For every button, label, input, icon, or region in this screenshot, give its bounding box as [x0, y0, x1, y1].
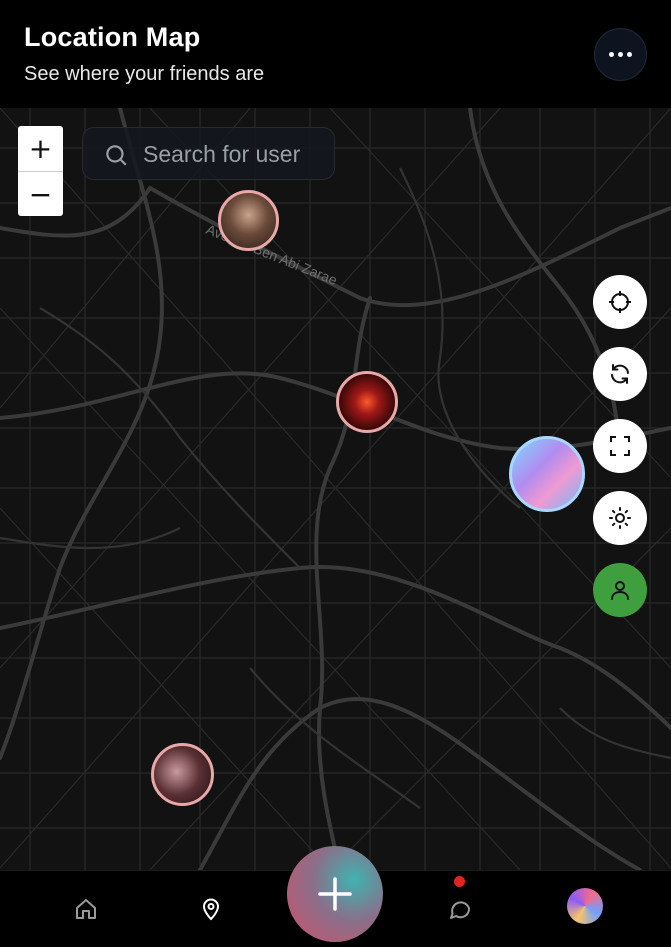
nav-map[interactable] [197, 895, 225, 923]
friend-marker[interactable] [218, 190, 279, 251]
search-input[interactable]: Search for user [82, 127, 335, 180]
header: Location Map See where your friends are [0, 0, 671, 108]
zoom-out-button[interactable]: − [18, 172, 63, 217]
sun-icon [609, 507, 631, 529]
more-dot [618, 52, 623, 57]
crosshair-icon [609, 291, 631, 313]
friend-marker[interactable] [151, 743, 214, 806]
nav-messages[interactable] [446, 895, 474, 923]
fullscreen-icon [610, 436, 630, 456]
zoom-in-button[interactable]: + [18, 126, 63, 171]
page-title: Location Map [24, 22, 201, 52]
page-subtitle: See where your friends are [24, 63, 265, 85]
notification-badge [454, 876, 465, 887]
friend-marker[interactable] [336, 371, 398, 433]
map-pin-icon [202, 898, 220, 921]
locate-button[interactable] [593, 275, 647, 329]
nav-profile-avatar[interactable] [567, 888, 603, 924]
refresh-icon [611, 364, 629, 384]
friend-marker[interactable] [509, 436, 585, 512]
search-icon [106, 145, 127, 166]
theme-toggle-button[interactable] [593, 491, 647, 545]
profile-location-button[interactable] [593, 563, 647, 617]
fullscreen-button[interactable] [593, 419, 647, 473]
more-horizontal-icon [609, 52, 614, 57]
user-icon [611, 581, 629, 600]
chat-bubble-icon [450, 901, 471, 919]
plus-icon [318, 877, 352, 911]
add-button[interactable] [287, 846, 383, 942]
zoom-control: + − [18, 126, 63, 216]
nav-home[interactable] [72, 895, 100, 923]
search-placeholder: Search for user [143, 141, 301, 167]
refresh-button[interactable] [593, 347, 647, 401]
more-dot [627, 52, 632, 57]
more-options-button[interactable] [594, 28, 647, 81]
home-icon [76, 899, 96, 919]
